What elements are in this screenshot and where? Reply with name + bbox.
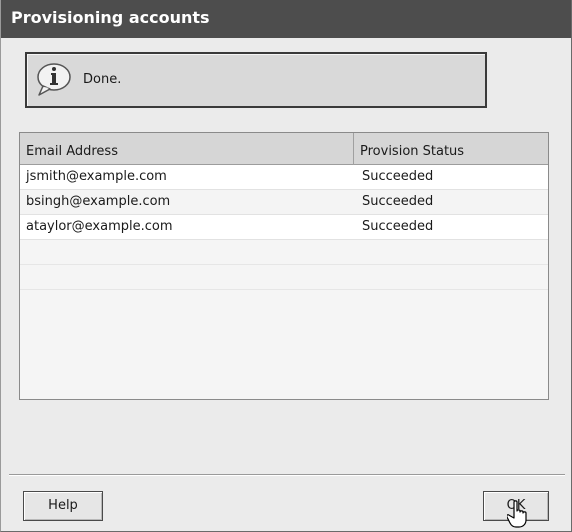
column-header-email[interactable]: Email Address: [20, 133, 354, 165]
status-cell: Succeeded: [362, 194, 434, 209]
provisioning-dialog: Provisioning accounts Done. Email Addres…: [0, 0, 572, 532]
email-cell: jsmith@example.com: [26, 169, 167, 184]
table-header: Email Address Provision Status: [20, 133, 548, 165]
table-row[interactable]: bsingh@example.com Succeeded: [20, 190, 548, 215]
table-row[interactable]: jsmith@example.com Succeeded: [20, 165, 548, 190]
ok-button[interactable]: OK: [483, 491, 549, 521]
table-body: jsmith@example.com Succeeded bsingh@exam…: [20, 165, 548, 290]
status-message-text: Done.: [83, 72, 122, 87]
column-header-status[interactable]: Provision Status: [354, 133, 548, 165]
empty-row: [20, 240, 548, 265]
status-cell: Succeeded: [362, 169, 434, 184]
accounts-table: Email Address Provision Status jsmith@ex…: [19, 132, 549, 400]
status-message-box: Done.: [25, 52, 487, 108]
empty-row: [20, 265, 548, 290]
info-speech-icon: [37, 63, 71, 96]
dialog-title: Provisioning accounts: [1, 0, 571, 38]
table-row[interactable]: ataylor@example.com Succeeded: [20, 215, 548, 240]
email-cell: ataylor@example.com: [26, 219, 173, 234]
button-separator: [9, 474, 565, 476]
help-button[interactable]: Help: [23, 491, 103, 521]
status-cell: Succeeded: [362, 219, 434, 234]
email-cell: bsingh@example.com: [26, 194, 171, 209]
